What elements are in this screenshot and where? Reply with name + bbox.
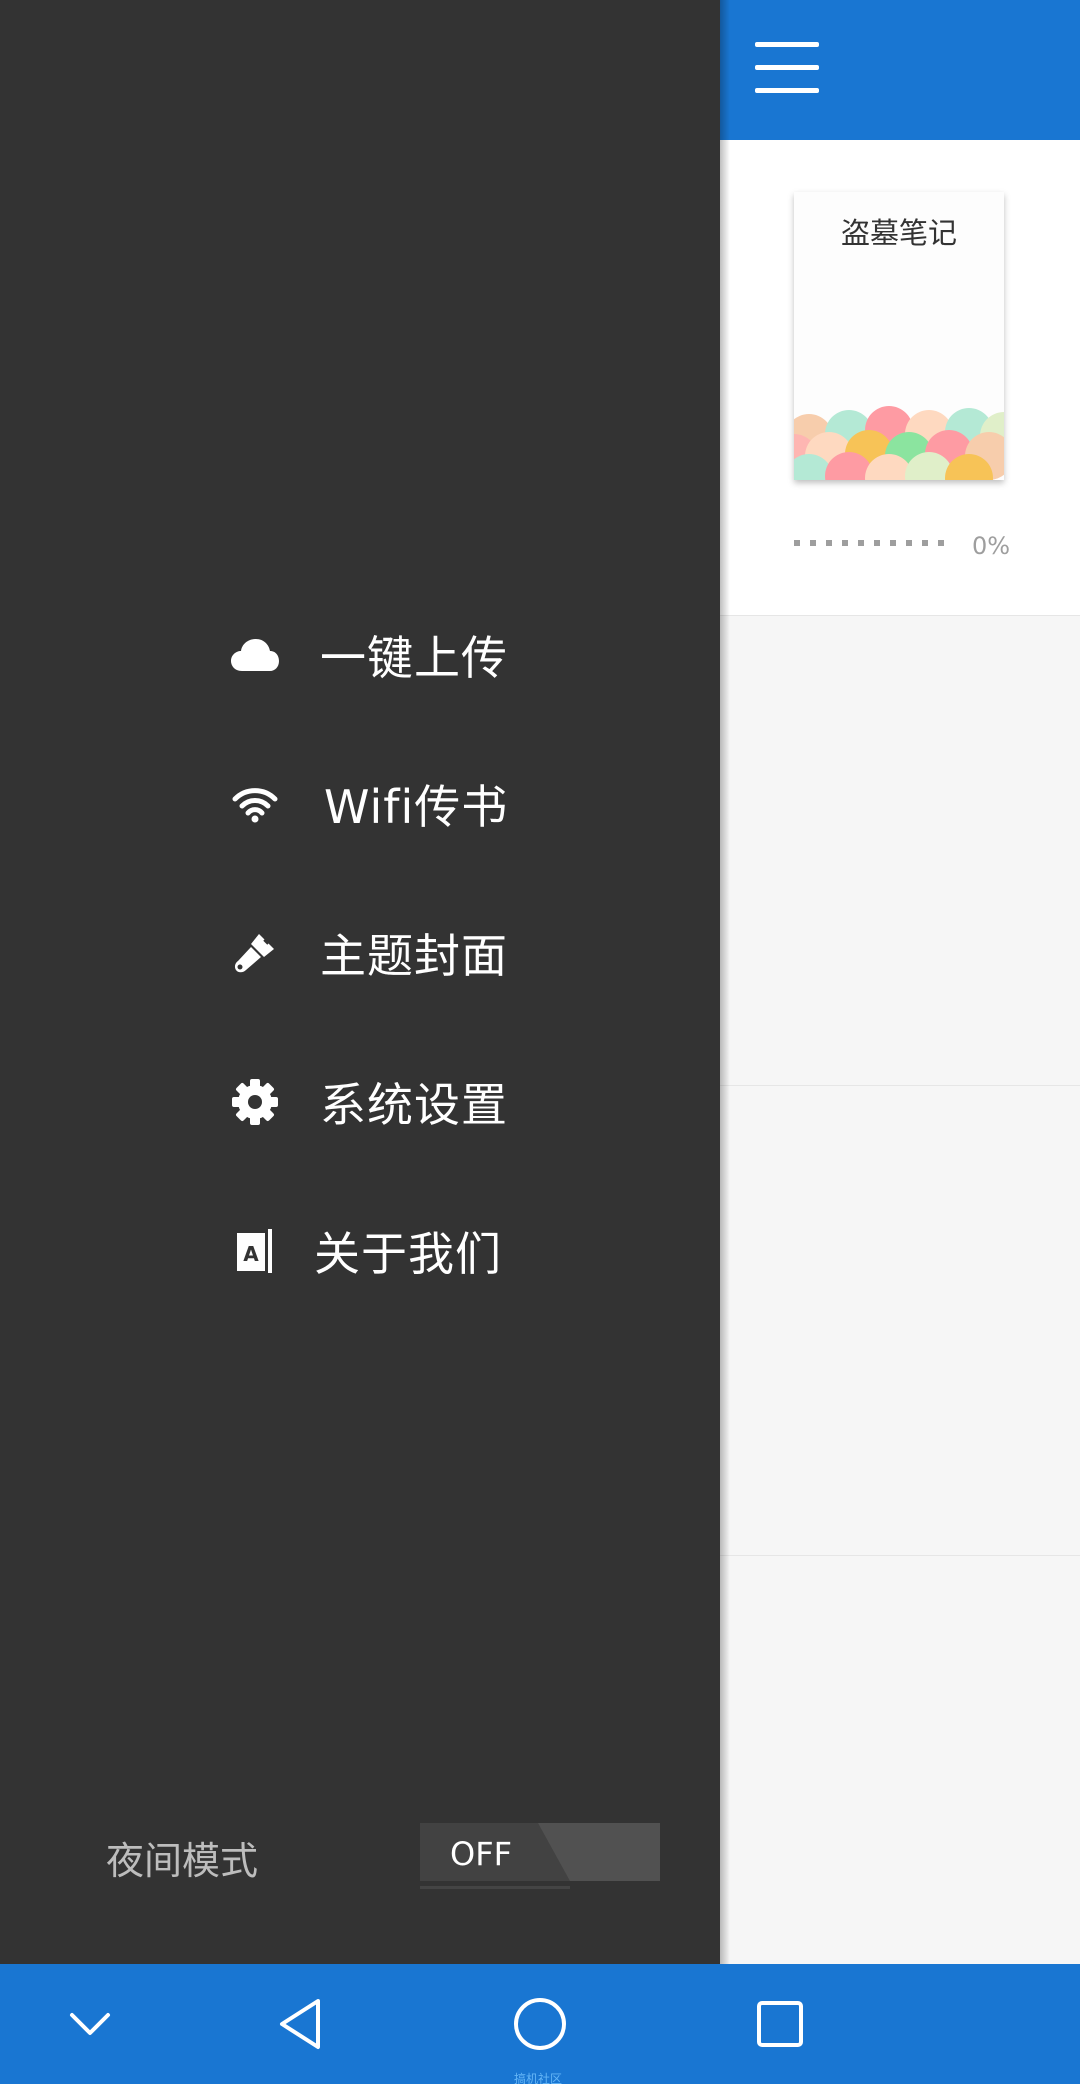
menu-item-wifi[interactable]: Wifi传书 xyxy=(0,749,720,859)
menu-item-settings[interactable]: 系统设置 xyxy=(0,1047,720,1157)
menu-item-about[interactable]: A 关于我们 xyxy=(0,1196,720,1306)
gear-icon xyxy=(230,1077,280,1127)
shelf-row-empty xyxy=(720,1085,1080,1555)
menu-label-theme: 主题封面 xyxy=(320,929,508,983)
book-cover[interactable]: 盗墓笔记 xyxy=(794,192,1004,480)
progress-dots xyxy=(794,540,944,546)
shelf-row-empty xyxy=(720,615,1080,1085)
watermark-text: 搞机社区 xyxy=(514,2072,563,2084)
app-top-bar xyxy=(720,0,1080,140)
menu-item-upload[interactable]: 一键上传 xyxy=(0,600,720,710)
wifi-icon xyxy=(230,779,280,829)
system-nav-bar: 搞机社区 xyxy=(0,1964,1080,2084)
home-icon[interactable] xyxy=(510,1994,570,2054)
night-mode-row: 夜间模式 OFF xyxy=(0,1820,720,1900)
drawer-shadow xyxy=(720,0,730,1964)
bookshelf: 盗墓笔记 0% xyxy=(720,140,1080,615)
menu-label-settings: 系统设置 xyxy=(320,1078,508,1132)
back-icon[interactable] xyxy=(270,1994,330,2054)
watercolor-scales-art xyxy=(794,406,1004,480)
recents-icon[interactable] xyxy=(750,1994,810,2054)
book-progress: 0% xyxy=(794,532,1014,562)
progress-percent: 0% xyxy=(972,532,1011,560)
menu-label-wifi: Wifi传书 xyxy=(324,780,509,834)
shelf-row-empty xyxy=(720,1555,1080,1964)
paintbrush-icon xyxy=(230,928,280,978)
chevron-down-icon[interactable] xyxy=(60,1994,120,2054)
hamburger-icon[interactable] xyxy=(755,42,819,94)
cloud-icon xyxy=(230,630,280,680)
svg-text:A: A xyxy=(243,1242,259,1266)
toggle-underline xyxy=(420,1886,570,1889)
navigation-drawer: 一键上传 Wifi传书 主题封面 系统设置 A 关于我们 夜间模式 OFF xyxy=(0,0,720,1964)
menu-label-about: 关于我们 xyxy=(314,1227,502,1281)
about-book-icon: A xyxy=(230,1226,280,1276)
menu-label-upload: 一键上传 xyxy=(320,631,508,685)
night-mode-toggle[interactable]: OFF xyxy=(420,1823,660,1881)
menu-item-theme[interactable]: 主题封面 xyxy=(0,898,720,1008)
night-mode-label: 夜间模式 xyxy=(106,1839,259,1883)
book-title: 盗墓笔记 xyxy=(840,216,957,250)
toggle-state-text: OFF xyxy=(450,1835,512,1873)
